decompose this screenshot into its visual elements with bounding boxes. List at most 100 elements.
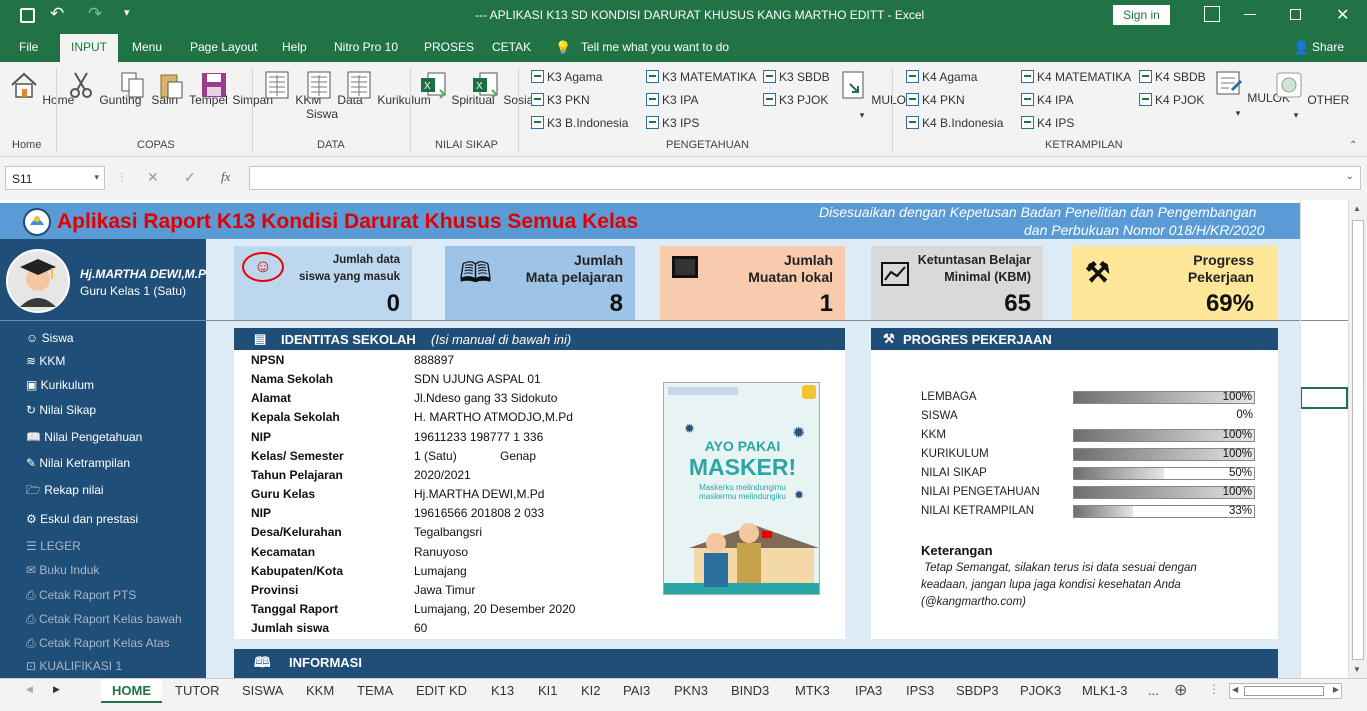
redo-icon[interactable]: ↷	[88, 4, 102, 24]
identitas-value[interactable]: Ranuyoso	[414, 545, 468, 559]
expand-formula-icon[interactable]: ⌄	[1346, 171, 1354, 182]
tab-file[interactable]: File	[19, 40, 38, 54]
k3-sbdb-button[interactable]: K3 SBDB	[763, 70, 830, 84]
collapse-ribbon-icon[interactable]: ⌃	[1349, 140, 1357, 151]
tell-me-search[interactable]: Tell me what you want to do	[581, 40, 729, 54]
gunting-button[interactable]: Gunting	[66, 70, 141, 107]
formula-input[interactable]: ⌄	[249, 166, 1361, 190]
sidebar-item-leger[interactable]: ☰ LEGER	[26, 539, 81, 553]
sheet-tab[interactable]: KI2	[581, 683, 601, 698]
sosial-button[interactable]: X Sosial	[470, 70, 536, 107]
identitas-value[interactable]: Lumajang	[414, 564, 467, 578]
mulok-k4-button[interactable]: MULOK ▾	[1214, 68, 1290, 119]
scroll-thumb[interactable]	[1352, 220, 1364, 660]
identitas-value[interactable]: 19611233 198777 1 336	[414, 430, 543, 444]
function-icon[interactable]: fx	[221, 169, 230, 185]
other-button[interactable]: OTHER ▾	[1274, 70, 1349, 121]
sheet-tab[interactable]: IPS3	[906, 683, 934, 698]
k4-agama-button[interactable]: K4 Agama	[906, 70, 977, 84]
k3-agama-button[interactable]: K3 Agama	[531, 70, 602, 84]
prev-sheet-icon[interactable]: ◀	[26, 684, 33, 695]
sheet-tab[interactable]: HOME	[101, 679, 162, 703]
identitas-value[interactable]: 888897	[414, 353, 454, 367]
name-box[interactable]: S11 ▾	[5, 166, 105, 190]
cancel-icon[interactable]: ✕	[147, 169, 159, 186]
tab-help[interactable]: Help	[282, 40, 307, 54]
k4-ipa-button[interactable]: K4 IPA	[1021, 93, 1073, 107]
sheet-tab[interactable]: ...	[1148, 683, 1159, 698]
sidebar-item-rekap-nilai[interactable]: 🗁 Rekap nilai	[26, 481, 104, 502]
sidebar-item-nilai-pengetahuan[interactable]: 📖 Nilai Pengetahuan	[26, 430, 142, 444]
identitas-value[interactable]: Tegalbangsri	[414, 525, 482, 539]
sidebar-item-buku-induk[interactable]: ✉ Buku Induk	[26, 563, 99, 577]
identitas-value[interactable]: Jl.Ndeso gang 33 Sidokuto	[414, 391, 557, 405]
sidebar-item-siswa[interactable]: ☺ Siswa	[26, 331, 74, 345]
identitas-value[interactable]: Hj.MARTHA DEWI,M.Pd	[414, 487, 544, 501]
identitas-value[interactable]: Jawa Timur	[414, 583, 475, 597]
close-icon[interactable]: ✕	[1336, 5, 1349, 25]
minimize-icon[interactable]	[1244, 14, 1256, 15]
k4-ips-button[interactable]: K4 IPS	[1021, 116, 1074, 130]
sheet-tab[interactable]: PJOK3	[1020, 683, 1061, 698]
k3-ipa-button[interactable]: K3 IPA	[646, 93, 698, 107]
identitas-value[interactable]: SDN UJUNG ASPAL 01	[414, 372, 541, 386]
sheet-tab[interactable]: K13	[491, 683, 514, 698]
k4-sbdb-button[interactable]: K4 SBDB	[1139, 70, 1206, 84]
vertical-scrollbar[interactable]: ▲ ▼	[1348, 200, 1367, 678]
next-sheet-icon[interactable]: ▶	[53, 684, 60, 695]
k4-bindonesia-button[interactable]: K4 B.Indonesia	[906, 116, 1003, 130]
sidebar-item-kkm[interactable]: ≋ KKM	[26, 354, 65, 368]
identitas-value[interactable]: 2020/2021	[414, 468, 471, 482]
sheet-tab[interactable]: KI1	[538, 683, 558, 698]
sheet-tab[interactable]: PAI3	[623, 683, 650, 698]
sidebar-item-kualifikasi[interactable]: ⊡ KUALIFIKASI 1	[26, 659, 122, 673]
identitas-value[interactable]: 1 (Satu)	[414, 449, 457, 463]
scroll-down-icon[interactable]: ▼	[1353, 665, 1361, 674]
home-button[interactable]: Home	[9, 70, 74, 107]
identitas-value[interactable]: 19616566 201808 2 033	[414, 506, 544, 520]
sheet-tab[interactable]: IPA3	[855, 683, 882, 698]
restore-icon[interactable]	[1290, 9, 1301, 20]
scroll-right-icon[interactable]: ▶	[1333, 685, 1339, 694]
scroll-thumb[interactable]	[1244, 686, 1324, 696]
tab-cetak[interactable]: CETAK	[492, 40, 531, 54]
k3-matematika-button[interactable]: K3 MATEMATIKA	[646, 70, 756, 84]
k4-pjok-button[interactable]: K4 PJOK	[1139, 93, 1204, 107]
horizontal-scrollbar[interactable]: ◀ ▶	[1229, 683, 1342, 699]
ribbon-display-options-icon[interactable]	[1204, 6, 1220, 22]
spiritual-button[interactable]: X Spiritual	[418, 70, 495, 107]
share-button[interactable]: Share	[1312, 40, 1344, 54]
sidebar-item-kurikulum[interactable]: ▣ Kurikulum	[26, 378, 94, 392]
tab-menu[interactable]: Menu	[132, 40, 162, 54]
sheet-tab[interactable]: SISWA	[242, 683, 283, 698]
salin-button[interactable]: Salin	[118, 70, 178, 107]
k3-bindonesia-button[interactable]: K3 B.Indonesia	[531, 116, 628, 130]
sheet-tab[interactable]: TUTOR	[175, 683, 220, 698]
sidebar-item-cetak-pts[interactable]: ⎙ Cetak Raport PTS	[26, 588, 136, 603]
data-siswa-button[interactable]: Data Siswa	[304, 70, 363, 121]
sign-in-button[interactable]: Sign in	[1113, 5, 1170, 25]
scroll-left-icon[interactable]: ◀	[1232, 685, 1238, 694]
k3-ips-button[interactable]: K3 IPS	[646, 116, 699, 130]
scroll-up-icon[interactable]: ▲	[1353, 204, 1361, 213]
undo-icon[interactable]: ↶	[50, 4, 64, 24]
sheet-tab[interactable]: PKN3	[674, 683, 708, 698]
customize-qat-icon[interactable]: ▾	[124, 6, 130, 19]
sheet-tab[interactable]: MLK1-3	[1082, 683, 1128, 698]
sheet-tab[interactable]: TEMA	[357, 683, 393, 698]
k3-pkn-button[interactable]: K3 PKN	[531, 93, 590, 107]
identitas-value[interactable]: H. MARTHO ATMODJO,M.Pd	[414, 410, 573, 424]
k4-matematika-button[interactable]: K4 MATEMATIKA	[1021, 70, 1131, 84]
save-icon[interactable]	[20, 8, 35, 23]
sidebar-item-nilai-ketrampilan[interactable]: ✎ Nilai Ketrampilan	[26, 456, 130, 470]
sheet-tab[interactable]: EDIT KD	[416, 683, 467, 698]
simpan-button[interactable]: Simpan	[199, 70, 273, 107]
enter-icon[interactable]: ✓	[184, 169, 196, 186]
tab-nitro[interactable]: Nitro Pro 10	[334, 40, 398, 54]
dropdown-arrow-icon[interactable]: ▾	[94, 172, 99, 183]
sheet-tab[interactable]: BIND3	[731, 683, 769, 698]
k3-pjok-button[interactable]: K3 PJOK	[763, 93, 828, 107]
identitas-value[interactable]: Lumajang, 20 Desember 2020	[414, 602, 575, 616]
tab-input[interactable]: INPUT	[60, 34, 118, 62]
kkm-button[interactable]: KKM	[262, 70, 321, 107]
